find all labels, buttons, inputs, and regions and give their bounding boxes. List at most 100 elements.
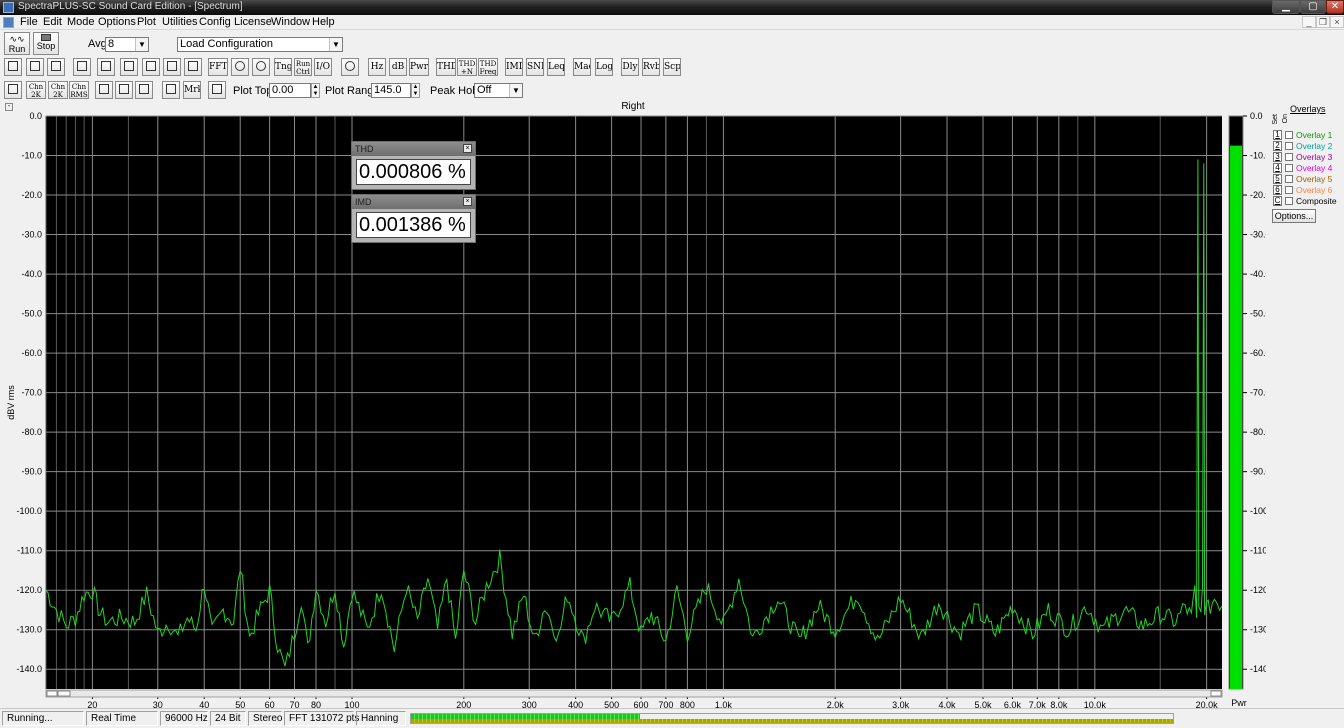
overlay-checkbox[interactable] xyxy=(1285,197,1293,205)
toolbar-main: FFT Tng Run Ctrl I/O Hz dB Pwr THD THD +N THD Fre… xyxy=(0,57,1344,79)
plot-range-input[interactable]: 145.0 ▲ ▼ xyxy=(371,83,420,98)
x-tick-label: 6.0k xyxy=(1004,700,1022,708)
menu-utilities[interactable]: Utilities xyxy=(162,16,197,28)
plot-top-input[interactable]: 0.00 ▲ ▼ xyxy=(269,83,320,98)
spl-meter-button[interactable] xyxy=(231,58,249,76)
bar-graph-button[interactable] xyxy=(135,81,153,99)
peak-button[interactable] xyxy=(95,81,113,99)
tool-leq-button[interactable]: Leq xyxy=(547,58,565,76)
chevron-down-icon: ▼ xyxy=(135,38,148,51)
cursor-button[interactable] xyxy=(208,81,226,99)
avg-select[interactable]: 8 ▼ xyxy=(105,37,149,52)
configuration-select[interactable]: Load Configuration ▼ xyxy=(177,37,343,52)
spectrogram-button[interactable] xyxy=(184,58,202,76)
person-button[interactable] xyxy=(252,58,270,76)
overlay-checkbox[interactable] xyxy=(1285,153,1293,161)
scroll-thumb[interactable] xyxy=(57,690,71,697)
spin-icon[interactable]: ▲ ▼ xyxy=(411,83,420,98)
menu-options[interactable]: Options xyxy=(98,16,136,28)
menu-plot[interactable]: Plot xyxy=(137,16,156,28)
tool-thd-n-button[interactable]: THD +N xyxy=(457,58,477,76)
tool-thd-freq-button[interactable]: THD Freq xyxy=(478,58,498,76)
overlay-set-button[interactable]: 6 xyxy=(1273,185,1282,195)
tool-run-ctrl-button[interactable]: Run Ctrl xyxy=(294,58,312,76)
tool-scp-button[interactable]: Scp xyxy=(663,58,681,76)
menu-config[interactable]: Config xyxy=(199,16,231,28)
document-icon[interactable] xyxy=(3,17,14,28)
overlay-set-button[interactable]: 2 xyxy=(1273,141,1282,151)
spectrum-chart[interactable]: 20 30 40 50 60 70 80 100 200 300 400 500 600 700 800 1.… xyxy=(0,111,1266,708)
overlay-set-button[interactable]: 4 xyxy=(1273,163,1282,173)
save-button[interactable] xyxy=(47,58,65,76)
tool-pwr-button[interactable]: Pwr xyxy=(409,58,429,76)
overlay-checkbox[interactable] xyxy=(1285,164,1293,172)
horizontal-scrollbar[interactable] xyxy=(45,689,1223,698)
tool-chn-rms-button-2[interactable]: Chn RMS xyxy=(69,81,89,99)
sawtooth-button[interactable] xyxy=(142,58,160,76)
tool-fft-button[interactable]: FFT xyxy=(208,58,228,76)
tool-mrk-button-3[interactable]: Mrk xyxy=(183,81,201,99)
tool-hz-button[interactable]: Hz xyxy=(368,58,386,76)
thd-meter-title-text: THD xyxy=(355,144,374,154)
tool-thd-button[interactable]: THD xyxy=(436,58,456,76)
spin-icon[interactable]: ▲ ▼ xyxy=(311,83,320,98)
tool-rvb-button[interactable]: Rvb xyxy=(642,58,660,76)
menu-help[interactable]: Help xyxy=(312,16,335,28)
stop-button[interactable]: Stop xyxy=(33,32,59,55)
menu-mode[interactable]: Mode xyxy=(67,16,95,28)
menu-window[interactable]: Window xyxy=(271,16,310,28)
tool-snr-button[interactable]: SNR xyxy=(526,58,544,76)
close-icon[interactable]: × xyxy=(463,197,472,206)
imd-meter-title[interactable]: IMD × xyxy=(352,195,475,209)
menu-edit[interactable]: Edit xyxy=(43,16,62,28)
tool-chn-2k-button-1[interactable]: Chn 2K xyxy=(48,81,68,99)
waveform-button[interactable] xyxy=(120,58,138,76)
scroll-left-button[interactable] xyxy=(46,690,58,697)
tool-i-o-button[interactable]: I/O xyxy=(314,58,332,76)
thd-meter-title[interactable]: THD × xyxy=(352,142,475,156)
tool-log-button[interactable]: Log xyxy=(595,58,613,76)
tool-mac-button[interactable]: Mac xyxy=(573,58,591,76)
mdi-close-button[interactable]: × xyxy=(1330,16,1344,28)
mdi-minimize-button[interactable]: _ xyxy=(1302,16,1316,28)
level-tick-label: -60.0 xyxy=(1250,348,1266,358)
status-rate: 96000 Hz xyxy=(160,711,208,726)
sine-generator-button[interactable] xyxy=(341,58,359,76)
fast-forward-button[interactable] xyxy=(97,58,115,76)
mdi-restore-button[interactable]: ❐ xyxy=(1316,16,1330,28)
new-file-button[interactable] xyxy=(4,58,22,76)
table-button[interactable] xyxy=(162,81,180,99)
close-icon[interactable]: × xyxy=(463,144,472,153)
overlay-set-button[interactable]: 3 xyxy=(1273,152,1282,162)
thd-meter-window[interactable]: THD × 0.000806 % xyxy=(351,141,476,190)
tool-imd-button[interactable]: IMD xyxy=(505,58,523,76)
overlay-checkbox[interactable] xyxy=(1285,142,1293,150)
overlay-options-button[interactable]: Options... xyxy=(1272,209,1316,223)
overlay-checkbox[interactable] xyxy=(1285,186,1293,194)
run-button[interactable]: ∿∿ Run xyxy=(4,32,30,55)
tool-db-button[interactable]: dB xyxy=(389,58,407,76)
scroll-right-button[interactable] xyxy=(1210,690,1222,697)
bars-button[interactable] xyxy=(163,58,181,76)
imd-meter-window[interactable]: IMD × 0.001386 % xyxy=(351,194,476,243)
print-icon xyxy=(77,61,87,71)
menu-file[interactable]: File xyxy=(20,16,38,28)
open-folder-button[interactable] xyxy=(26,58,44,76)
app-icon[interactable] xyxy=(3,2,14,13)
peak-hold-select[interactable]: Off ▼ xyxy=(474,83,523,98)
spectrum-line-button[interactable] xyxy=(115,81,133,99)
menu-license[interactable]: License xyxy=(234,16,272,28)
zoom-button[interactable] xyxy=(4,81,22,99)
close-button[interactable]: ✕ xyxy=(1326,0,1344,14)
maximize-button[interactable]: ▢ xyxy=(1300,0,1326,14)
overlay-set-button[interactable]: 5 xyxy=(1273,174,1282,184)
overlay-checkbox[interactable] xyxy=(1285,131,1293,139)
tool-dly-button[interactable]: Dly xyxy=(621,58,639,76)
minimize-button[interactable]: ▁ xyxy=(1272,0,1300,14)
tool-chn-2k-button-0[interactable]: Chn 2K xyxy=(26,81,46,99)
overlay-set-button[interactable]: C xyxy=(1273,196,1282,206)
overlay-checkbox[interactable] xyxy=(1285,175,1293,183)
print-button[interactable] xyxy=(73,58,91,76)
tool-tng-button[interactable]: Tng xyxy=(274,58,292,76)
overlay-set-button[interactable]: 1 xyxy=(1273,130,1282,140)
